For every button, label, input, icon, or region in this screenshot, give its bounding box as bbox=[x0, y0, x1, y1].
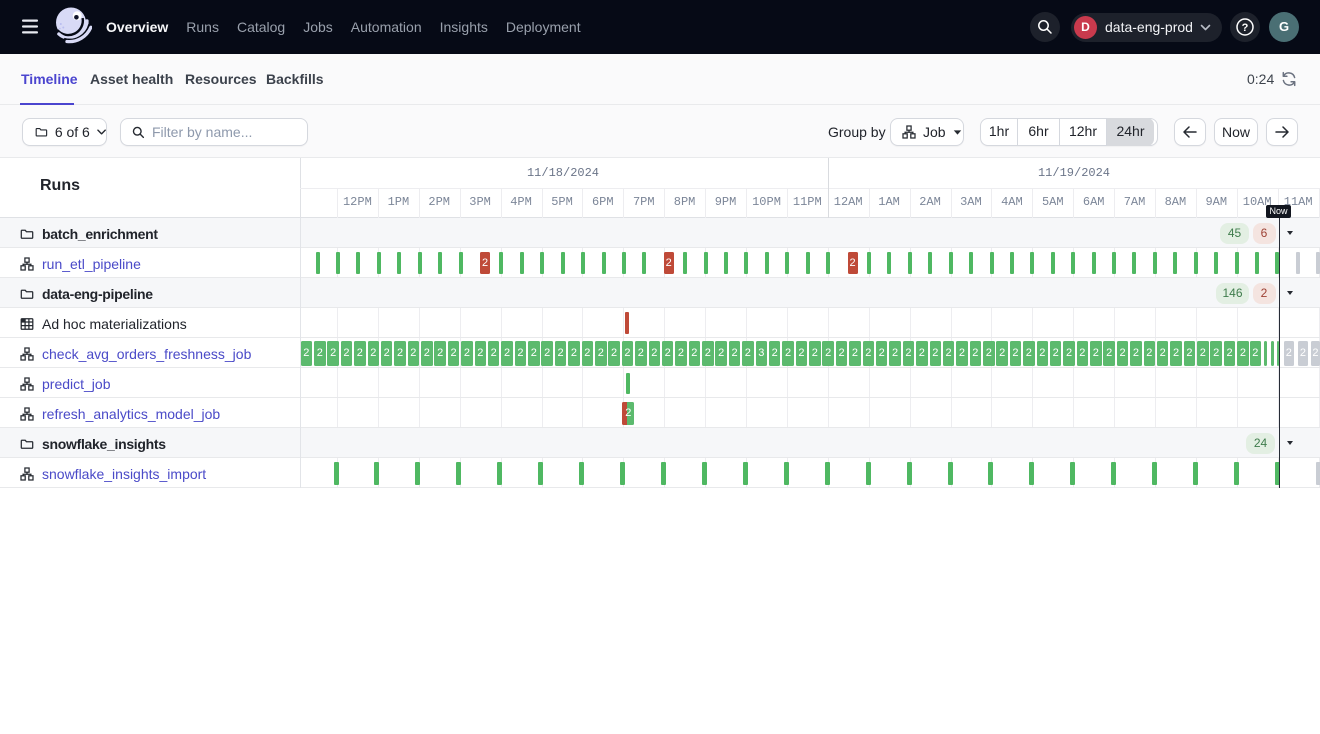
svg-text:?: ? bbox=[1242, 22, 1249, 34]
